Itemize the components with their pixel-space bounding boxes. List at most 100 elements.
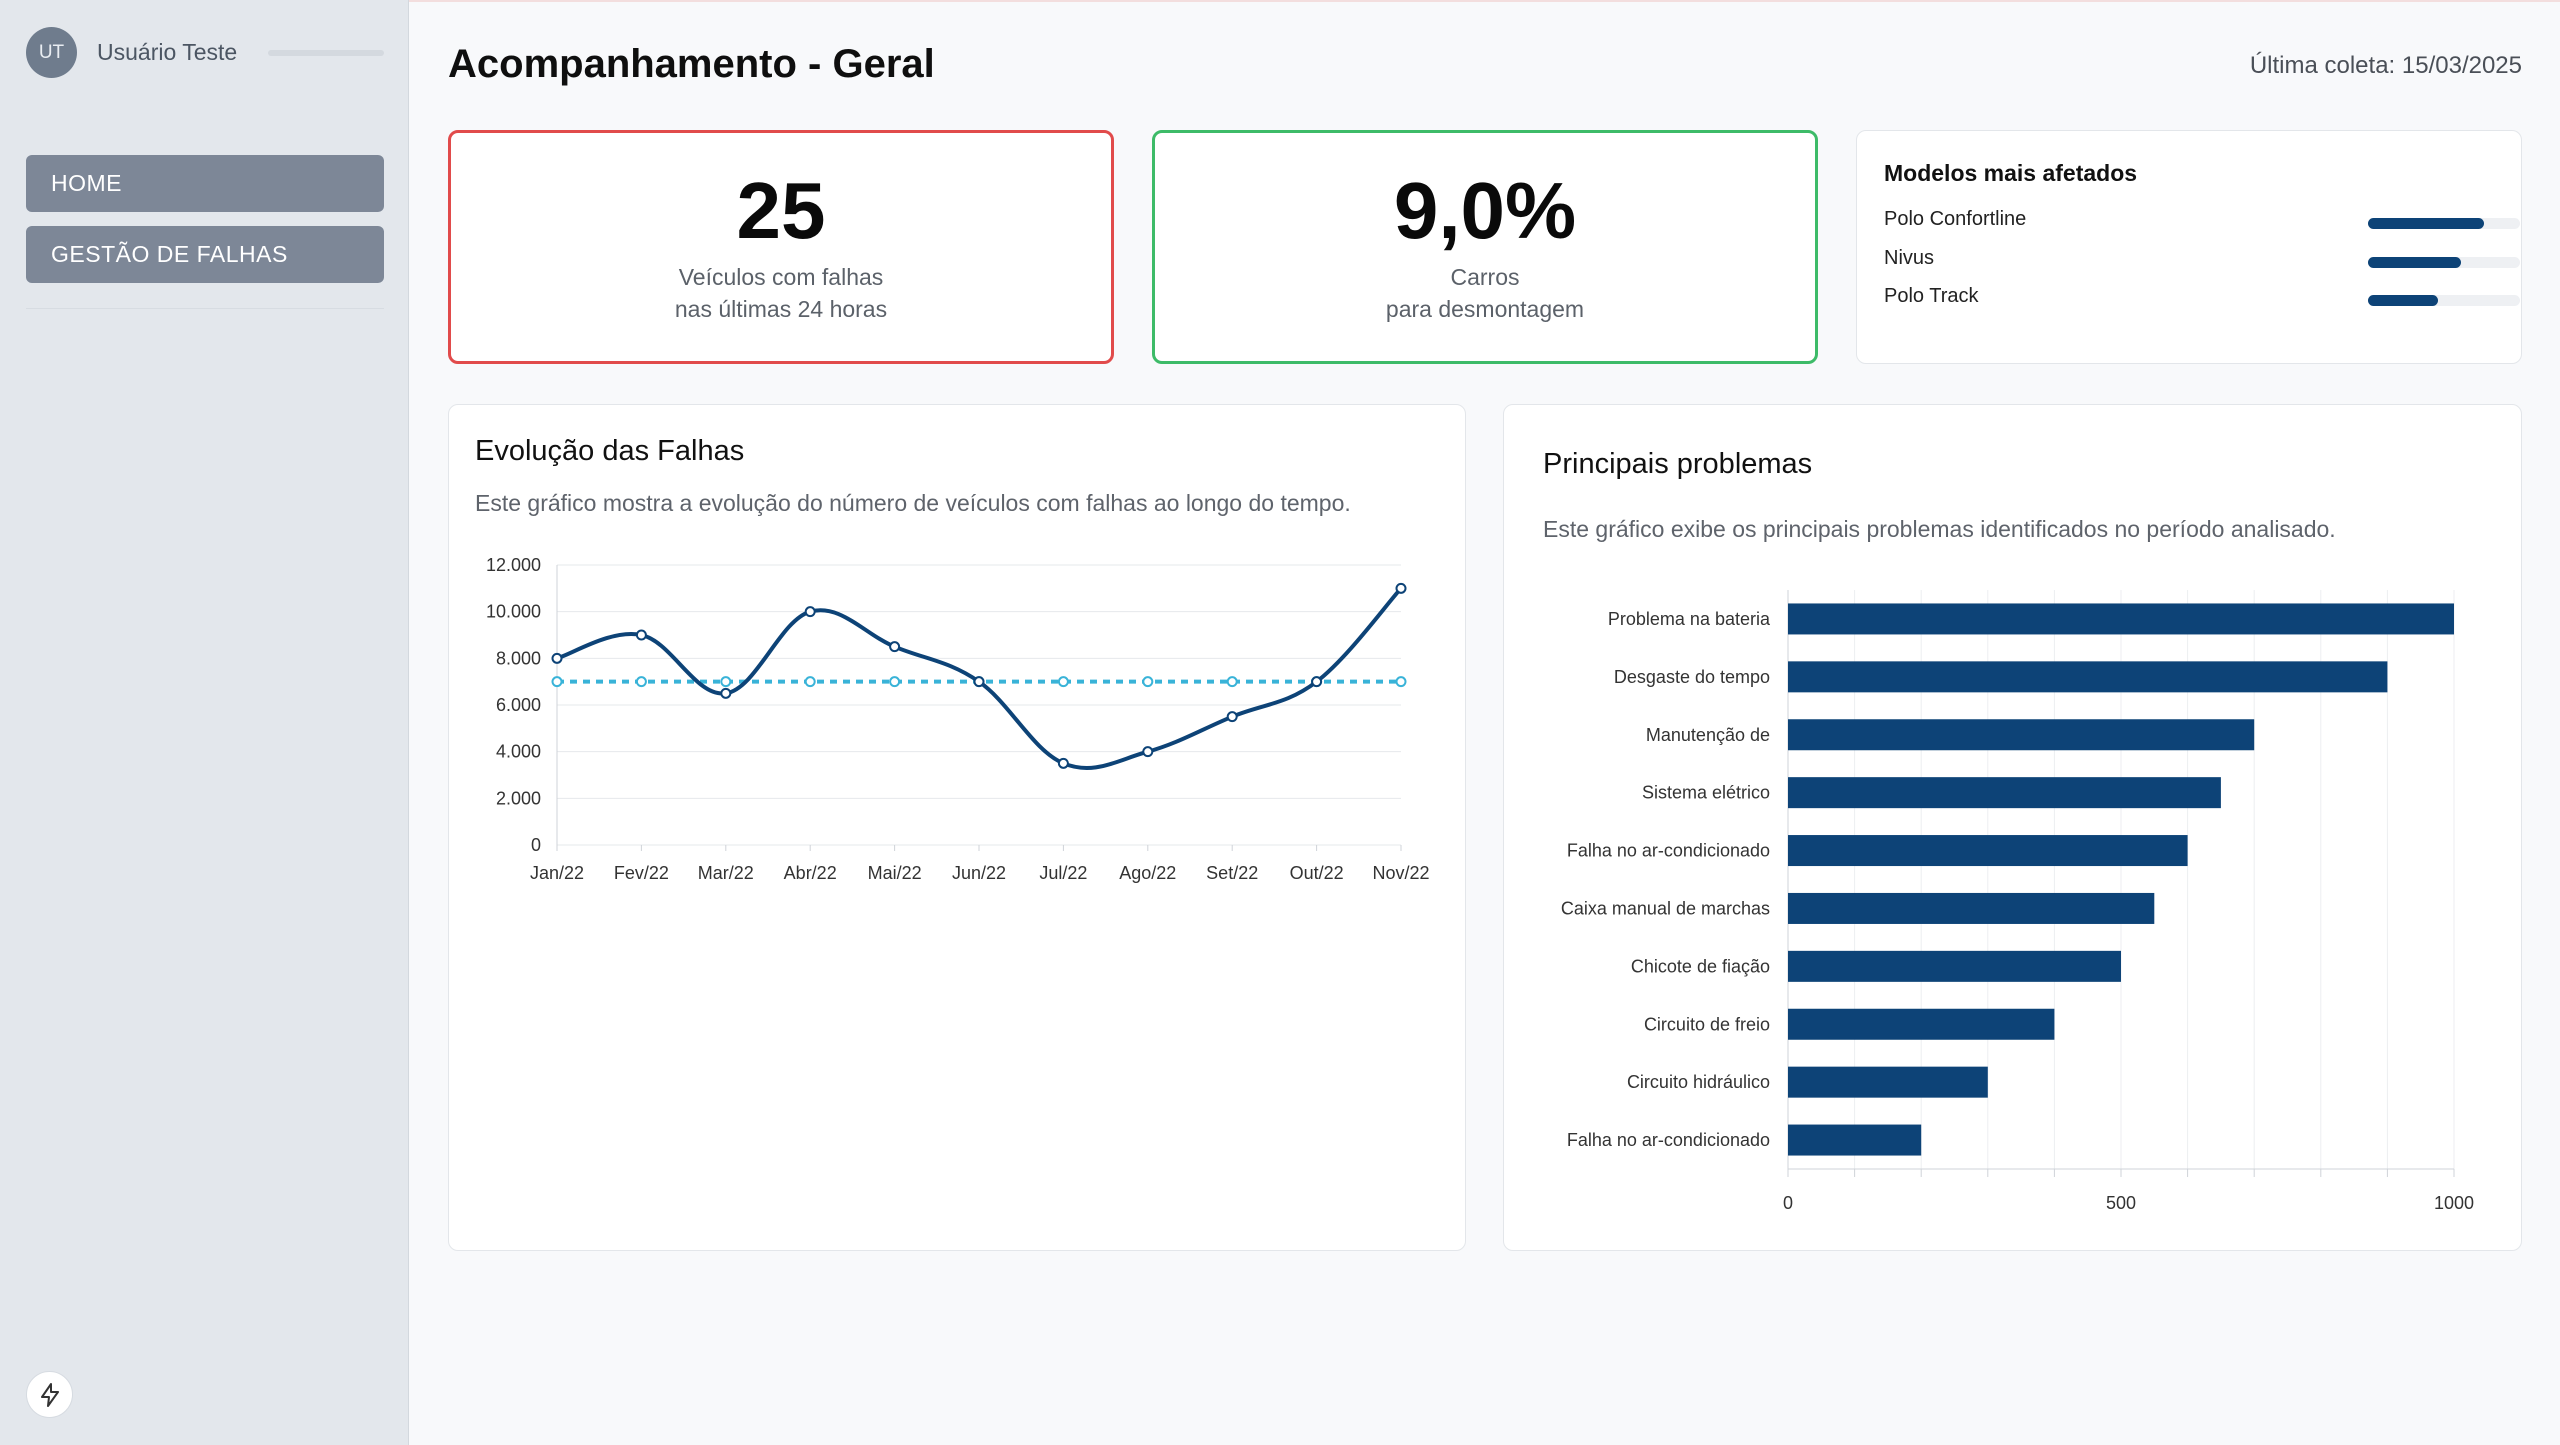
kpi-label-line2: para desmontagem [1385,296,1585,322]
failures-point [1142,746,1154,758]
reference-point [551,676,563,688]
kpi-value: 25 [736,166,826,255]
y-tick-label: 2.000 [496,788,541,808]
failures-point [635,629,647,641]
evolution-line-chart: 0 2.000 4.000 6.000 8.000 10.000 12.000 Jan/22 F… [486,555,1430,883]
sidebar: UT Usuário Teste HOME GESTÃO DE FALHAS [0,0,409,1445]
x-tick-label: Nov/22 [1372,863,1429,883]
x-tick-label: Ago/22 [1119,863,1176,883]
user-name: Usuário Teste [97,39,238,65]
reference-point [804,676,816,688]
reference-point [889,676,901,688]
problem-bar [1788,950,2121,982]
x-tick-label: Set/22 [1206,863,1258,883]
problem-label: Circuito hidráulico [1627,1072,1770,1092]
last-collect-date: Última coleta: 15/03/2025 [2249,52,2522,79]
failures-point [1311,676,1323,688]
model-row: Nivus [1884,247,2520,277]
user-profile[interactable]: UT Usuário Teste [26,27,237,78]
problems-bar-chart: Problema na bateria Desgaste do tempo Manu… [1561,590,2474,1213]
problem-bar [1788,719,2255,751]
bolt-icon-glyph [40,1382,59,1407]
model-bar-fill [2368,295,2438,306]
problem-bar [1788,661,2388,693]
problem-label: Sistema elétrico [1642,783,1770,803]
y-tick-label: 4.000 [496,742,541,762]
problem-label: Chicote de fiação [1631,956,1770,976]
x-tick-label: Fev/22 [614,863,669,883]
problems-title: Principais problemas [1543,448,1813,480]
problem-label: Caixa manual de marchas [1561,898,1770,918]
problem-label: Desgaste do tempo [1614,667,1770,687]
user-divider [268,50,384,56]
x-tick-label: 500 [2106,1193,2136,1213]
kpi-label-line1: Veículos com falhas [678,264,884,290]
y-tick-label: 10.000 [486,602,541,622]
x-tick-label: Jun/22 [952,863,1006,883]
y-tick-label: 8.000 [496,648,541,668]
model-bar-track [2368,218,2520,229]
problem-bar [1788,1066,1988,1098]
problem-bar [1788,892,2155,924]
failures-point [804,606,816,618]
x-tick-label: Out/22 [1290,863,1344,883]
model-bar-fill [2368,218,2484,229]
reference-point [1142,676,1154,688]
reference-point [1057,676,1069,688]
reference-point [720,676,732,688]
evolution-description: Este gráfico mostra a evolução do número… [475,490,1351,516]
model-name: Nivus [1884,247,1935,269]
failures-point [1226,711,1238,723]
reference-point [1226,676,1238,688]
sidebar-divider [26,308,384,309]
y-tick-label: 0 [531,835,541,855]
problems-description: Este gráfico exibe os principais problem… [1543,516,2336,542]
problem-label: Falha no ar-condicionado [1567,1130,1770,1150]
y-tick-label: 12.000 [486,555,541,575]
model-bar-track [2368,295,2520,306]
problem-label: Circuito de freio [1644,1014,1770,1034]
model-name: Polo Track [1884,285,1979,307]
model-bar-track [2368,257,2520,268]
x-tick-label: Jul/22 [1039,863,1087,883]
evolution-chart-card: Evolução das Falhas Este gráfico mostra … [448,404,1466,1251]
problem-bar [1788,835,2188,867]
reference-point [635,676,647,688]
avatar[interactable]: UT [26,27,77,78]
models-card: Modelos mais afetados Polo Confortline N… [1856,130,2522,364]
failures-point [889,641,901,653]
problem-bar [1788,777,2221,809]
problem-bar [1788,1124,1922,1156]
models-title: Modelos mais afetados [1884,160,2138,186]
y-tick-label: 6.000 [496,695,541,715]
nav-gestao-falhas-button[interactable]: GESTÃO DE FALHAS [26,226,384,283]
failures-point [1057,757,1069,769]
failures-point [1395,582,1407,594]
x-tick-label: Jan/22 [530,863,584,883]
model-bar-fill [2368,257,2461,268]
bolt-icon[interactable] [26,1371,73,1418]
x-tick-label: Mar/22 [698,863,754,883]
model-row: Polo Track [1884,285,2520,315]
x-tick-label: Mai/22 [868,863,922,883]
x-tick-label: Abr/22 [784,863,837,883]
kpi-card-failures: 25 Veículos com falhas nas últimas 24 ho… [448,130,1114,364]
nav-home-button[interactable]: HOME [26,155,384,212]
failures-point [973,676,985,688]
x-tick-label: 0 [1783,1193,1793,1213]
problem-label: Falha no ar-condicionado [1567,841,1770,861]
problem-bar [1788,1008,2055,1040]
reference-point [1395,676,1407,688]
kpi-value: 9,0% [1393,166,1577,255]
page-title: Acompanhamento - Geral [448,42,935,86]
x-tick-label: 1000 [2434,1193,2474,1213]
model-row: Polo Confortline [1884,208,2520,238]
problem-label: Manutenção de [1646,725,1770,745]
kpi-label-line1: Carros [1450,264,1520,290]
model-name: Polo Confortline [1884,208,2027,230]
kpi-label-line2: nas últimas 24 horas [674,296,888,322]
failures-point [720,687,732,699]
problem-bar [1788,603,2454,635]
failures-point [551,652,563,664]
kpi-card-dismantle: 9,0% Carros para desmontagem [1152,130,1818,364]
